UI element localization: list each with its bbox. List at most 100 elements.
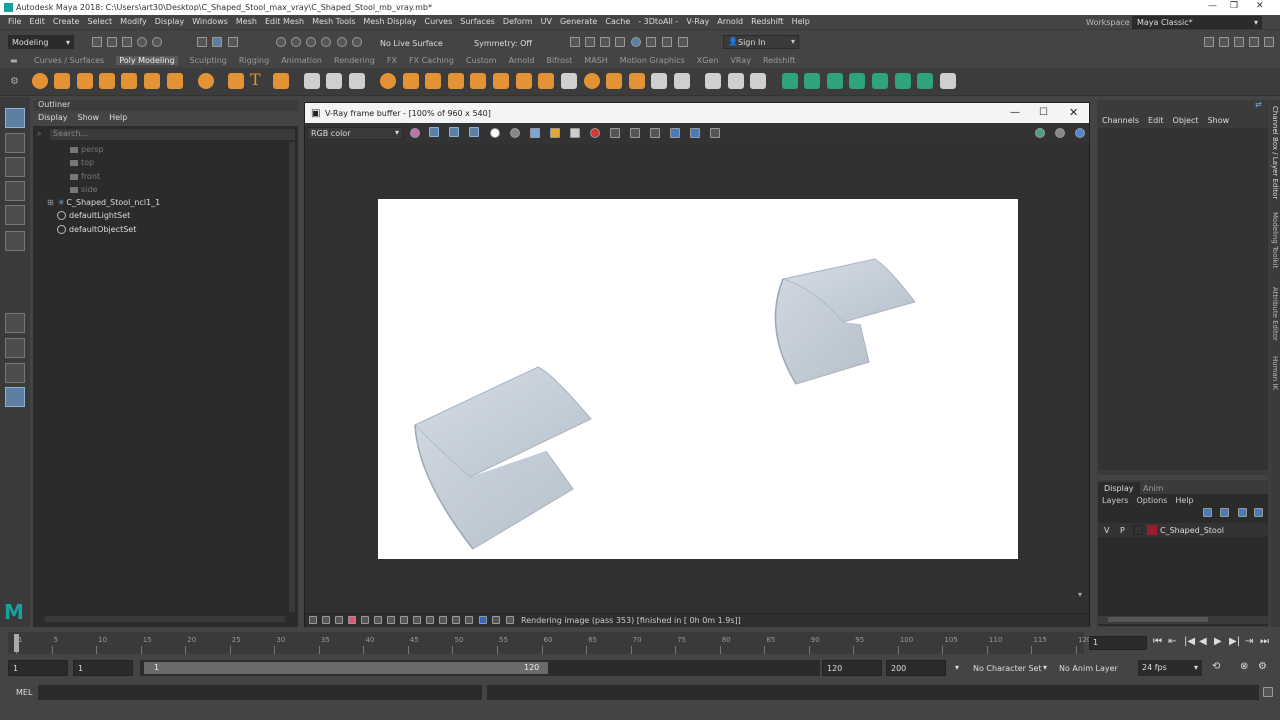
layer-up-icon[interactable] bbox=[1203, 508, 1212, 517]
tab-modeling-toolkit[interactable]: Modeling Toolkit bbox=[1271, 212, 1279, 268]
multi-cut-icon[interactable] bbox=[561, 73, 577, 89]
playback-end-field[interactable]: 120 bbox=[822, 660, 882, 676]
smooth-icon[interactable] bbox=[380, 73, 396, 89]
shelf-tab-4[interactable]: Animation bbox=[281, 56, 322, 65]
panel-splitter[interactable] bbox=[1098, 475, 1268, 480]
layer-visibility[interactable]: V bbox=[1104, 526, 1109, 535]
bevel-icon[interactable] bbox=[425, 73, 441, 89]
uv-auto-icon[interactable] bbox=[804, 73, 820, 89]
move-tool-icon[interactable] bbox=[5, 181, 25, 201]
hypershade-icon[interactable] bbox=[631, 37, 641, 47]
render-icon[interactable] bbox=[1035, 128, 1045, 138]
single-perspective-layout-icon[interactable] bbox=[5, 313, 25, 333]
play-forward-icon[interactable]: ▶ bbox=[1214, 636, 1222, 647]
channel-box-menu-2[interactable]: Object bbox=[1173, 116, 1199, 125]
menu-item-8[interactable]: Edit Mesh bbox=[265, 17, 304, 26]
extrude-icon[interactable] bbox=[403, 73, 419, 89]
vfb-srgb-icon[interactable] bbox=[400, 616, 408, 624]
menu-item-4[interactable]: Modify bbox=[120, 17, 147, 26]
redo-icon[interactable] bbox=[152, 37, 162, 47]
channel-select[interactable]: RGB color ▾ bbox=[307, 127, 403, 140]
outliner-item-persp[interactable]: persp bbox=[70, 145, 104, 154]
render-last-icon[interactable] bbox=[650, 128, 660, 138]
vfb-log-icon[interactable] bbox=[309, 616, 317, 624]
fill-hole-icon[interactable] bbox=[470, 73, 486, 89]
shelf-tab-10[interactable]: Bifrost bbox=[546, 56, 572, 65]
shelf-tab-15[interactable]: Redshift bbox=[763, 56, 795, 65]
shelf-tab-5[interactable]: Rendering bbox=[334, 56, 375, 65]
time-slider[interactable]: 1 5 10 15 20 25 30 35 40 45 50 55 60 65 70 75 80 85 90 95 10… bbox=[0, 630, 1280, 656]
outliner-menu-0[interactable]: Display bbox=[38, 113, 68, 124]
shelf-tab-11[interactable]: MASH bbox=[584, 56, 607, 65]
search-input[interactable]: Search... bbox=[50, 129, 295, 140]
menu-item-19[interactable]: Arnold bbox=[717, 17, 743, 26]
persp-outliner-layout-icon[interactable] bbox=[5, 363, 25, 383]
merge-icon[interactable] bbox=[516, 73, 532, 89]
append-poly-icon[interactable] bbox=[493, 73, 509, 89]
auto-key-icon[interactable]: ⊗ bbox=[1240, 661, 1248, 672]
lasso-tool-icon[interactable] bbox=[5, 133, 25, 153]
menu-item-5[interactable]: Display bbox=[155, 17, 185, 26]
poke-icon[interactable] bbox=[629, 73, 645, 89]
menu-item-3[interactable]: Select bbox=[87, 17, 112, 26]
character-set-label[interactable]: No Character Set bbox=[973, 664, 1042, 673]
collapse-icon[interactable] bbox=[538, 73, 554, 89]
load-image-icon[interactable] bbox=[550, 128, 560, 138]
alpha-white-icon[interactable] bbox=[490, 128, 500, 138]
paint-select-tool-icon[interactable] bbox=[5, 157, 25, 177]
step-forward-key-icon[interactable]: ⇥ bbox=[1245, 636, 1253, 647]
vfb-lut-icon[interactable] bbox=[335, 616, 343, 624]
modeling-toolkit-icon[interactable] bbox=[1204, 37, 1214, 47]
vfb-zoom-icon[interactable] bbox=[479, 616, 487, 624]
shelf-tab-0[interactable]: Curves / Surfaces bbox=[34, 56, 104, 65]
ipr-render-icon[interactable] bbox=[600, 37, 610, 47]
mono-icon[interactable] bbox=[510, 128, 520, 138]
outliner-item-top[interactable]: top bbox=[70, 158, 94, 167]
outliner-item-stool[interactable]: ⊞ ✳ C_Shaped_Stool_ncl1_1 bbox=[47, 198, 160, 207]
slide-edge-icon[interactable] bbox=[728, 73, 744, 89]
go-to-start-icon[interactable]: ⏮ bbox=[1153, 636, 1162, 647]
offset-edge-loop-icon[interactable] bbox=[606, 73, 622, 89]
menu-item-10[interactable]: Mesh Display bbox=[363, 17, 416, 26]
dock-icon[interactable]: ⇄ bbox=[1255, 100, 1262, 109]
close-icon[interactable]: ✕ bbox=[1256, 1, 1264, 11]
magnet-icon[interactable] bbox=[352, 37, 362, 47]
layer-playback[interactable]: P bbox=[1120, 526, 1125, 535]
new-layer-icon[interactable] bbox=[1238, 508, 1247, 517]
snap-grid-icon[interactable] bbox=[276, 37, 286, 47]
menu-item-6[interactable]: Windows bbox=[192, 17, 228, 26]
vfb-balance-icon[interactable] bbox=[387, 616, 395, 624]
tab-channel-box-layer-editor[interactable]: Channel Box / Layer Editor bbox=[1271, 106, 1279, 199]
select-hierarchy-icon[interactable] bbox=[197, 37, 207, 47]
menu-item-11[interactable]: Curves bbox=[424, 17, 452, 26]
menu-item-13[interactable]: Deform bbox=[503, 17, 533, 26]
menu-item-15[interactable]: Generate bbox=[560, 17, 597, 26]
poly-torus-icon[interactable] bbox=[121, 73, 137, 89]
minimize-icon[interactable]: — bbox=[1208, 1, 1217, 11]
blue-channel-icon[interactable] bbox=[469, 127, 479, 137]
unfold-icon[interactable] bbox=[674, 73, 690, 89]
vfb-exposure-icon[interactable] bbox=[348, 616, 356, 624]
layer-hscrollbar[interactable] bbox=[1098, 616, 1268, 624]
menu-set-select[interactable]: Modeling ▾ bbox=[8, 35, 74, 49]
menu-item-18[interactable]: V-Ray bbox=[686, 17, 709, 26]
uv-cut-icon[interactable] bbox=[917, 73, 933, 89]
playback-start-field[interactable]: 1 bbox=[73, 660, 133, 676]
animation-end-field[interactable]: 200 bbox=[886, 660, 946, 676]
render-view-icon[interactable] bbox=[570, 37, 580, 47]
play-backward-icon[interactable]: ◀ bbox=[1199, 636, 1207, 647]
current-frame-field[interactable]: 1 bbox=[1089, 636, 1147, 650]
anim-layer-chevron-icon[interactable]: ▾ bbox=[1043, 663, 1047, 672]
svg-tool-icon[interactable] bbox=[273, 73, 289, 89]
render-current-icon[interactable] bbox=[585, 37, 595, 47]
ipr-icon[interactable] bbox=[1055, 128, 1065, 138]
mel-label[interactable]: MEL bbox=[16, 688, 32, 697]
wedge-icon[interactable] bbox=[651, 73, 667, 89]
layout-icon[interactable] bbox=[1264, 37, 1274, 47]
menu-item-9[interactable]: Mesh Tools bbox=[312, 17, 355, 26]
vfb-expand-icon[interactable]: ▾ bbox=[1078, 590, 1082, 599]
select-object-icon[interactable] bbox=[212, 37, 222, 47]
mirror-icon[interactable] bbox=[349, 73, 365, 89]
maximize-icon[interactable]: ❐ bbox=[1230, 1, 1238, 11]
menu-item-1[interactable]: Edit bbox=[29, 17, 45, 26]
